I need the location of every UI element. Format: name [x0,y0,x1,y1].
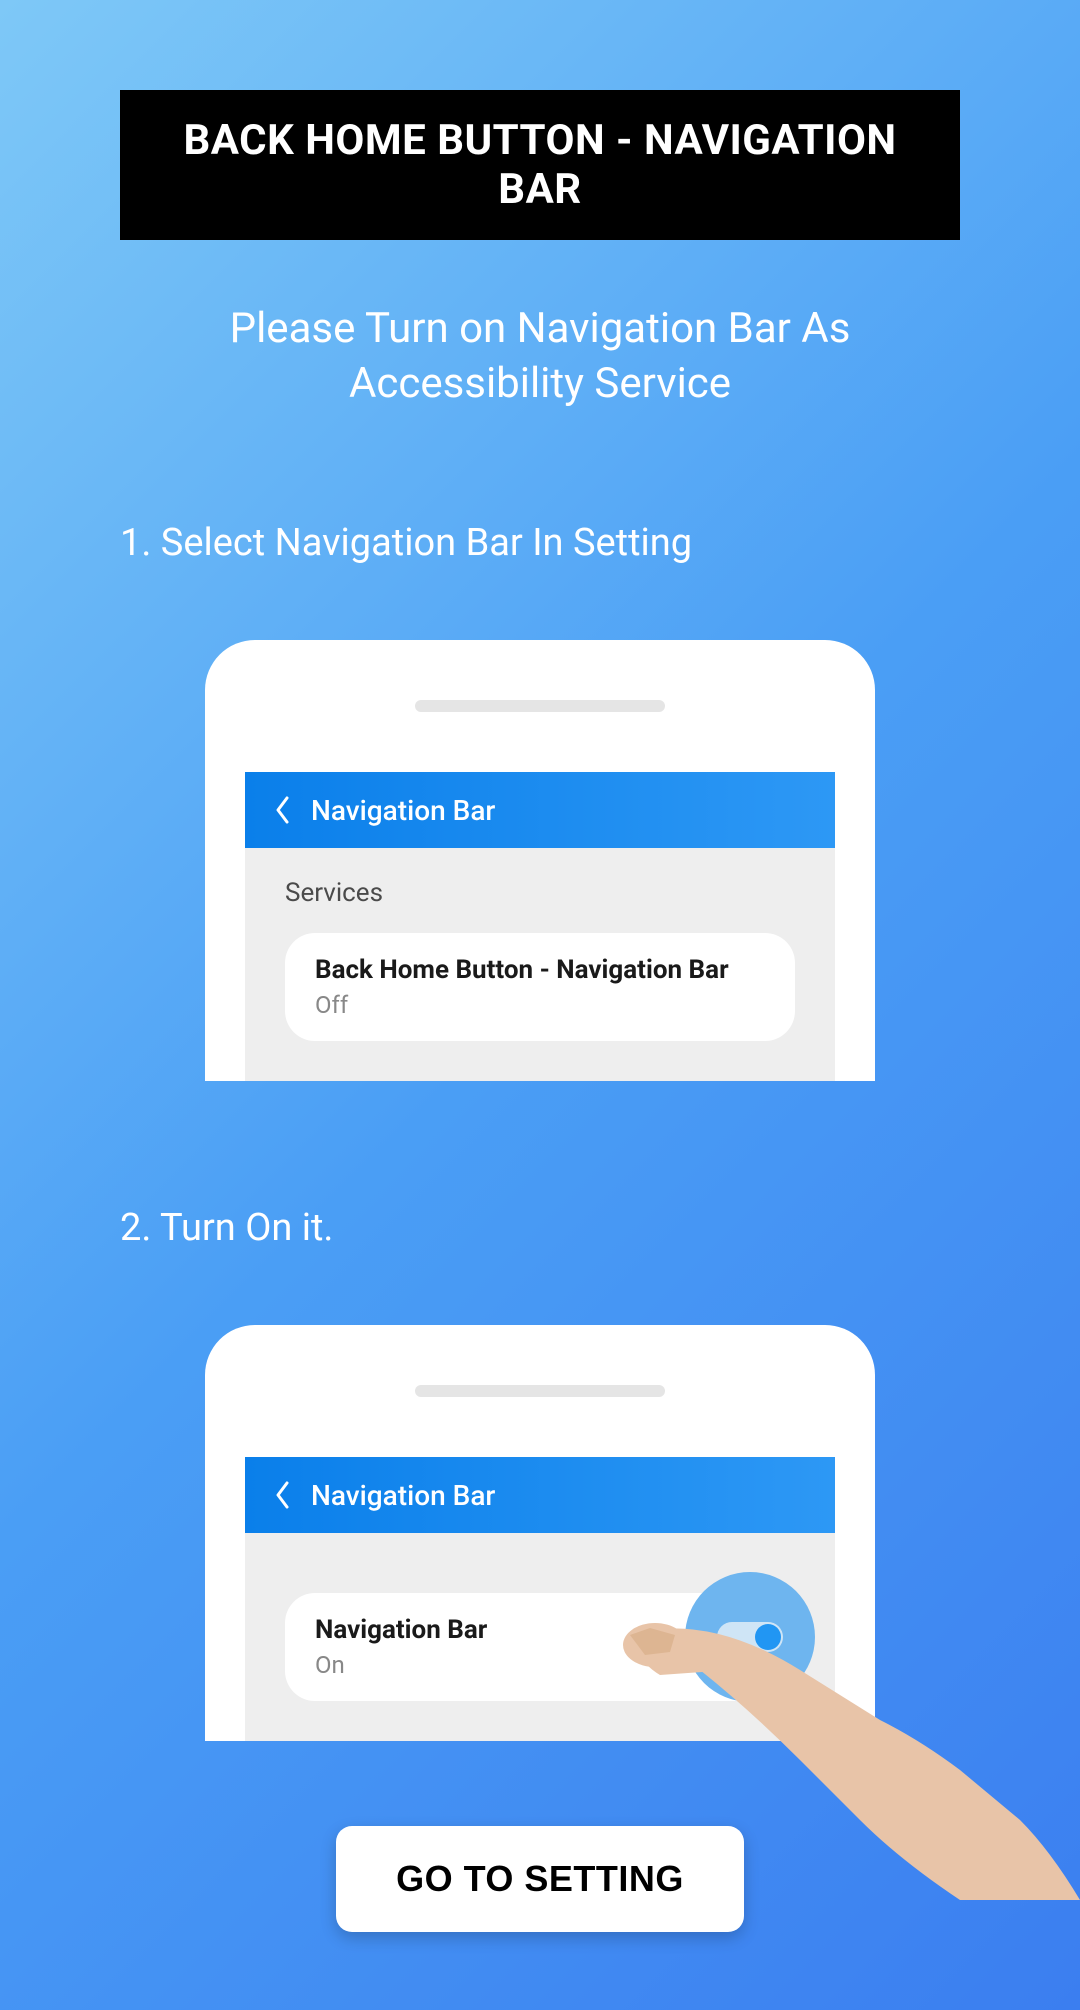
service-row: Back Home Button - Navigation Bar Off [285,933,795,1041]
phone-speaker-icon [415,700,665,712]
go-button-label: GO TO SETTING [396,1858,684,1899]
nav-header-title: Navigation Bar [311,794,495,827]
services-label: Services [285,878,795,908]
go-to-setting-button[interactable]: GO TO SETTING [336,1826,744,1932]
toggle-highlight-circle [685,1572,815,1702]
services-section: Navigation Bar On [245,1533,835,1741]
toggle-switch [717,1622,783,1652]
chevron-back-icon [275,796,291,824]
service-name: Navigation Bar [315,1615,487,1645]
step-1-label: 1. Select Navigation Bar In Setting [120,521,1080,565]
title-banner: BACK HOME BUTTON - NAVIGATION BAR [120,90,960,240]
phone-mockup-step-1: Navigation Bar Services Back Home Button… [205,640,875,1081]
phone-mockup-step-2: Navigation Bar Navigation Bar On [205,1325,875,1741]
settings-nav-header: Navigation Bar [245,772,835,848]
step-2-label: 2. Turn On it. [120,1206,1080,1250]
nav-header-title: Navigation Bar [311,1479,495,1512]
settings-nav-header: Navigation Bar [245,1457,835,1533]
service-text: Back Home Button - Navigation Bar Off [315,955,729,1019]
toggle-knob-icon [755,1624,781,1650]
service-text: Navigation Bar On [315,1615,487,1679]
service-row: Navigation Bar On [285,1593,795,1701]
chevron-back-icon [275,1481,291,1509]
phone-speaker-icon [415,1385,665,1397]
instruction-text: Please Turn on Navigation Bar As Accessi… [120,302,960,411]
service-name: Back Home Button - Navigation Bar [315,955,729,985]
title-text: BACK HOME BUTTON - NAVIGATION BAR [183,116,896,214]
services-section: Services Back Home Button - Navigation B… [245,848,835,1081]
service-status: On [315,1651,487,1679]
service-status: Off [315,991,729,1019]
